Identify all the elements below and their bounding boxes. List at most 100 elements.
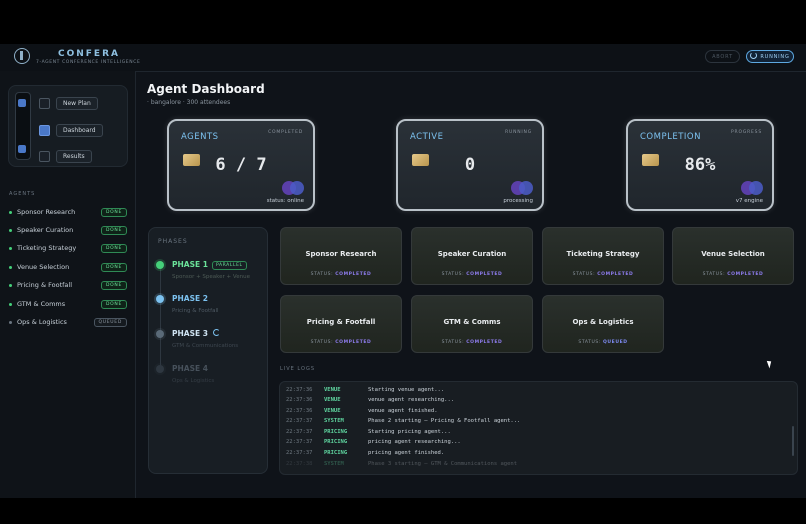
log-row: 22:37:37 PRICING pricing agent finished.: [286, 450, 445, 456]
agent-name: Pricing & Footfall: [17, 281, 73, 289]
view-switcher: New Plan Dashboard Results: [8, 85, 128, 167]
tile-name: GTM & Comms: [443, 318, 501, 326]
results-button[interactable]: Results: [56, 149, 92, 163]
log-row: 22:37:36 VENUE venue agent finished.: [286, 408, 438, 414]
stat-card-agents: AGENTS COMPLETED 6 / 7 status: online: [167, 119, 315, 211]
status-badge: DONE: [100, 225, 127, 235]
log-row: 22:37:37 SYSTEM Phase 2 starting — Pricing…: [286, 418, 521, 424]
stat-card-active: ACTIVE RUNNING 0 processing: [396, 119, 544, 211]
agent-name: Ticketing Strategy: [17, 244, 77, 252]
phase-name: PHASE 2: [172, 294, 208, 303]
new-plan-button[interactable]: New Plan: [56, 96, 98, 110]
tile-status: STATUS: COMPLETED: [441, 272, 503, 277]
status-badge: DONE: [100, 207, 127, 217]
sidebar: New Plan Dashboard Results AGENTS Sponso…: [0, 71, 136, 498]
tile-status: STATUS: COMPLETED: [702, 272, 764, 277]
agent-tile-sponsor-research[interactable]: Sponsor Research STATUS: COMPLETED: [280, 227, 402, 285]
tile-name: Venue Selection: [701, 250, 765, 258]
tile-status-value: COMPLETED: [335, 272, 372, 277]
tile-name: Pricing & Footfall: [306, 318, 376, 326]
stat-value: 6 / 7: [215, 155, 267, 175]
sidebar-agent-ops-logistics[interactable]: Ops & Logistics QUEUED: [9, 316, 127, 328]
status-badge: DONE: [100, 262, 127, 272]
log-row: 22:37:36 VENUE venue agent researching...: [286, 397, 455, 403]
phase-name: PHASE 4: [172, 364, 208, 373]
brand-name: CONFERA: [58, 49, 120, 59]
live-logs-label: LIVE LOGS: [280, 366, 316, 372]
sidebar-agent-pricing-footfall[interactable]: Pricing & Footfall DONE: [9, 279, 127, 291]
phase-name: PHASE 3: [172, 329, 208, 338]
live-logs-panel[interactable]: 22:37:36 VENUE Starting venue agent... 22:…: [279, 381, 798, 475]
tile-name: Ticketing Strategy: [566, 250, 640, 258]
log-row: 22:37:37 PRICING Starting pricing agent...: [286, 429, 451, 435]
status-dot-icon: [9, 302, 12, 306]
nav-dashboard[interactable]: Dashboard: [39, 123, 103, 137]
agent-tile-pricing-footfall[interactable]: Pricing & Footfall STATUS: COMPLETED: [280, 295, 402, 353]
stat-foot: v7 engine: [735, 198, 763, 204]
running-status-button[interactable]: RUNNING: [746, 50, 794, 63]
sidebar-agent-ticketing-strategy[interactable]: Ticketing Strategy DONE: [9, 242, 127, 254]
dashboard-button[interactable]: Dashboard: [56, 123, 103, 137]
stat-value: 86%: [684, 155, 716, 175]
abort-button[interactable]: ABORT: [705, 50, 740, 63]
switch-rail[interactable]: [15, 92, 31, 160]
sidebar-agent-gtm-comms[interactable]: GTM & Comms DONE: [9, 298, 127, 310]
checkbox-icon[interactable]: [39, 150, 50, 162]
agent-name: Sponsor Research: [17, 208, 76, 216]
top-bar: CONFERA 7-AGENT CONFERENCE INTELLIGENCE …: [0, 44, 806, 72]
agent-tile-gtm-comms[interactable]: GTM & Comms STATUS: COMPLETED: [411, 295, 533, 353]
phase-name: PHASE 1: [172, 260, 208, 269]
card-logo-icon: [519, 181, 533, 195]
phase-dot-icon: [156, 295, 164, 303]
agents-section-label: AGENTS: [9, 191, 36, 197]
mouse-cursor-icon: [766, 359, 774, 369]
phase-dot-icon: [156, 261, 164, 269]
tile-name: Sponsor Research: [305, 250, 377, 258]
nav-results[interactable]: Results: [39, 149, 92, 163]
stat-label: COMPLETION: [640, 132, 701, 142]
phase-desc: GTM & Communications: [172, 343, 239, 349]
tile-status-value: COMPLETED: [466, 340, 503, 345]
app-window: CONFERA 7-AGENT CONFERENCE INTELLIGENCE …: [0, 44, 806, 498]
phase-dot-icon: [156, 365, 164, 373]
tile-status: STATUS: COMPLETED: [310, 340, 372, 345]
tile-status: STATUS: QUEUED: [578, 340, 628, 345]
tile-status: STATUS: COMPLETED: [441, 340, 503, 345]
log-row: 22:37:38 SYSTEM Phase 3 starting — GTM & C…: [286, 461, 518, 467]
page-title: Agent Dashboard: [147, 82, 265, 96]
agent-tile-speaker-curation[interactable]: Speaker Curation STATUS: COMPLETED: [411, 227, 533, 285]
tile-name: Ops & Logistics: [572, 318, 634, 326]
phases-header: PHASES: [158, 238, 188, 245]
tile-status-value: COMPLETED: [597, 272, 634, 277]
agent-tile-venue-selection[interactable]: Venue Selection STATUS: COMPLETED: [672, 227, 794, 285]
agent-name: GTM & Comms: [17, 300, 66, 308]
stat-tag: PROGRESS: [731, 130, 762, 135]
tile-status-value: COMPLETED: [466, 272, 503, 277]
nav-new-plan[interactable]: New Plan: [39, 96, 98, 110]
stat-tag: RUNNING: [505, 130, 532, 135]
agent-tile-ops-logistics[interactable]: Ops & Logistics STATUS: QUEUED: [542, 295, 664, 353]
status-dot-icon: [9, 210, 12, 214]
phase-desc: Pricing & Footfall: [172, 308, 219, 314]
stat-card-completion: COMPLETION PROGRESS 86% v7 engine: [626, 119, 774, 211]
tile-status-value: COMPLETED: [335, 340, 372, 345]
checkbox-icon[interactable]: [39, 97, 50, 109]
phase-desc: Sponsor + Speaker + Venue: [172, 274, 250, 280]
status-dot-icon: [9, 265, 12, 269]
agent-name: Venue Selection: [17, 263, 70, 271]
parallel-badge: PARALLEL: [211, 261, 247, 270]
checkbox-checked-icon[interactable]: [39, 124, 50, 136]
log-scrollbar[interactable]: [792, 426, 794, 456]
status-badge: DONE: [100, 299, 127, 309]
stat-label: ACTIVE: [410, 132, 444, 142]
agent-tile-ticketing-strategy[interactable]: Ticketing Strategy STATUS: COMPLETED: [542, 227, 664, 285]
sidebar-agent-venue-selection[interactable]: Venue Selection DONE: [9, 261, 127, 273]
switch-knob-bottom: [18, 145, 26, 153]
running-label: RUNNING: [760, 54, 790, 60]
stat-value: 0: [464, 155, 476, 175]
stat-foot: processing: [503, 198, 533, 204]
sidebar-agent-sponsor-research[interactable]: Sponsor Research DONE: [9, 206, 127, 218]
sidebar-agent-speaker-curation[interactable]: Speaker Curation DONE: [9, 224, 127, 236]
status-dot-icon: [9, 228, 12, 232]
agent-name: Ops & Logistics: [17, 318, 67, 326]
